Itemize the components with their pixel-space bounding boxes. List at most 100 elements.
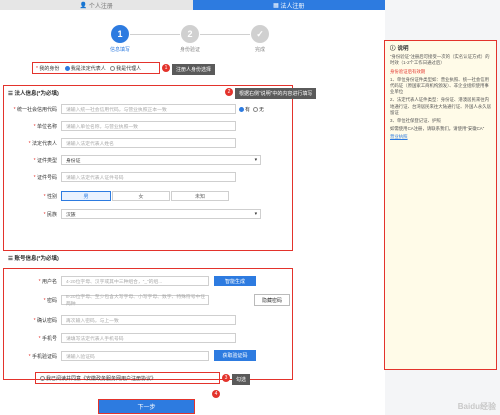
step-1-label: 信息填写 — [109, 47, 130, 53]
gender-female[interactable]: 女 — [112, 191, 170, 201]
credit-has-label: 有 — [245, 106, 251, 113]
instructions-p4: 3、单位社保登记证、护照 — [390, 118, 441, 124]
id-number-label-text: 证件号码 — [36, 174, 57, 181]
id-type-label: * 证件类型 — [33, 157, 57, 164]
identity-label: 我的身份 — [39, 66, 60, 72]
gender-label: * 性别 — [43, 193, 57, 200]
annotation-tip-1: 注册人身份选择 — [172, 64, 216, 75]
nation-label: * 民族 — [43, 211, 57, 218]
tab-personal[interactable]: 👤 个人注册 — [0, 0, 193, 10]
credit-code-row: * 统一社会信用代码 请输入统一社会信用代码，与营业执照正本一致 有 无 — [6, 103, 291, 115]
progress-steps: 1 信息填写 2 身份验证 ✓ 完成 — [100, 25, 280, 61]
generate-username-button[interactable]: 智能生成 — [214, 276, 256, 286]
tab-legal-label: 法人注册 — [280, 3, 305, 10]
step-2: 2 身份验证 — [170, 25, 210, 53]
gender-male[interactable]: 男 — [61, 191, 111, 201]
legal-rep-row: * 法定代表人 请输入法定代表人姓名 — [6, 137, 291, 149]
phone-label-text: 手机号 — [41, 335, 57, 342]
next-step-button[interactable]: 下一步 — [98, 399, 195, 414]
username-input[interactable]: 4-20位字母、汉字或其中三种组合，“_”的组... — [61, 276, 209, 286]
identity-opt-agent[interactable]: 我是代理人 — [110, 66, 141, 72]
credit-code-label: * 统一社会信用代码 — [13, 106, 57, 113]
id-type-value: 身份证 — [66, 158, 81, 164]
sms-code-label: * 手机验证码 — [28, 353, 57, 360]
instructions-p1: “身份验证”注册后可接受一次的（实名认证方式）的时效（1-2个工作日通过后） — [390, 54, 490, 66]
instructions-p3: 2、法定代表人证件类型：身份证、港澳居民来往内地通行证、台湾居民来往大陆通行证、… — [390, 97, 491, 115]
unit-name-label: * 单位名称 — [33, 123, 57, 130]
credit-has-radio[interactable]: 有 — [239, 106, 250, 113]
nation-select[interactable]: 汉族 ▾ — [61, 209, 261, 219]
password-row: * 密码 8-20位字母、至少包含大写字母、小写字母、数字、特殊符号中任两种 — [6, 294, 291, 307]
legal-rep-input[interactable]: 请输入法定代表人姓名 — [61, 138, 236, 148]
nation-row: * 民族 汉族 ▾ — [6, 208, 291, 220]
tab-legal[interactable]: ▦ 法人注册 — [192, 0, 385, 10]
person-icon: 👤 — [79, 2, 89, 9]
instructions-warning: 身份验证后有效期 — [390, 68, 426, 74]
unit-name-input[interactable]: 请输入单位名称，与营业执照一致 — [61, 121, 236, 131]
identity-opt-rep[interactable]: 我是法定代表人 — [64, 66, 106, 72]
confirm-password-row: * 确认密码 再次输入密码，与上一致 — [6, 314, 291, 326]
id-number-input[interactable]: 请输入法定代表人证件号码 — [61, 172, 236, 182]
password-label: * 密码 — [43, 297, 57, 304]
sms-code-input[interactable]: 请输入验证码 — [61, 351, 209, 361]
phone-input[interactable]: 请填写法定代表人手机号码 — [61, 333, 236, 343]
nation-label-text: 民族 — [46, 211, 57, 218]
step-3-label: 完成 — [254, 47, 265, 53]
instructions-sidebar: ⓘ 说明 “身份验证”注册后可接受一次的（实名认证方式）的时效（1-2个工作日通过… — [384, 40, 497, 370]
credit-none-radio[interactable]: 无 — [253, 106, 264, 113]
get-code-button[interactable]: 获取验证码 — [214, 350, 256, 361]
identity-row: * 我的身份 我是法定代表人 我是代理人 — [36, 66, 142, 72]
credit-code-input[interactable]: 请输入统一社会信用代码，与营业执照正本一致 — [61, 104, 236, 114]
radio-icon — [239, 106, 244, 112]
agreement-row[interactable]: 我已阅读并同意《安徽政务服务网用户注册协议》 — [40, 375, 156, 382]
phone-label: * 手机号 — [38, 335, 57, 342]
chevron-down-icon: ▾ — [254, 157, 257, 163]
gender-unknown[interactable]: 未知 — [171, 191, 229, 201]
unit-name-label-text: 单位名称 — [36, 123, 57, 130]
confirm-password-input[interactable]: 再次输入密码，与上一致 — [61, 315, 236, 325]
instructions-link[interactable]: 营业执照 — [390, 134, 491, 140]
credit-none-label: 无 — [259, 106, 265, 113]
username-label-text: 用户名 — [41, 278, 57, 285]
step-1-circle: 1 — [111, 25, 129, 43]
password-input[interactable]: 8-20位字母、至少包含大写字母、小写字母、数字、特殊符号中任两种 — [61, 295, 209, 307]
annotation-badge-2: 2 — [225, 88, 233, 96]
radio-icon — [110, 66, 116, 72]
account-section-title: ☰ 账号信息(*为必填) — [8, 254, 59, 262]
step-2-label: 身份验证 — [179, 47, 200, 53]
id-type-row: * 证件类型 身份证 ▾ — [6, 154, 291, 166]
annotation-tip-2: 根据右侧“说明”中的内容进行填写 — [235, 88, 317, 99]
watermark: Baidu经验 — [457, 402, 496, 411]
hide-password-button[interactable]: 隐藏密码 — [254, 294, 290, 306]
step-3-circle: ✓ — [251, 25, 269, 43]
building-icon: ▦ — [273, 2, 281, 9]
legal-rep-label-text: 法定代表人 — [31, 140, 57, 147]
agreement-text: 我已阅读并同意《安徽政务服务网用户注册协议》 — [46, 376, 157, 382]
checkbox-icon[interactable] — [40, 376, 45, 382]
instructions-title-text: 说明 — [397, 46, 409, 52]
legal-section-title: ☰ 法人信息(*为必填) — [8, 89, 59, 97]
legal-rep-label: * 法定代表人 — [28, 140, 57, 147]
register-tabs: 👤 个人注册 ▦ 法人注册 — [0, 0, 385, 10]
instructions-p2: 1、单位身份证件类型如：营业执照、统一社会信用代码证（原国家工商机构颁发）、非企… — [390, 76, 490, 95]
step-2-circle: 2 — [181, 25, 199, 43]
sms-code-label-text: 手机验证码 — [31, 353, 57, 360]
id-type-select[interactable]: 身份证 ▾ — [61, 155, 261, 165]
radio-icon — [64, 66, 70, 72]
identity-opt-rep-label: 我是法定代表人 — [70, 66, 106, 72]
password-label-text: 密码 — [46, 297, 57, 304]
gender-options: 男 女 未知 — [61, 191, 230, 201]
credit-code-label-text: 统一社会信用代码 — [16, 106, 57, 113]
confirm-password-label: * 确认密码 — [33, 317, 57, 324]
step-1: 1 信息填写 — [100, 25, 140, 53]
annotation-badge-1: 1 — [162, 64, 170, 72]
username-label: * 用户名 — [38, 278, 57, 285]
id-number-label: * 证件号码 — [33, 174, 57, 181]
annotation-badge-3: 3 — [222, 374, 230, 382]
account-section-title-text: 账号信息(*为必填) — [14, 256, 59, 262]
instructions-title: ⓘ 说明 — [390, 46, 491, 52]
tab-personal-label: 个人注册 — [88, 3, 113, 10]
info-icon: ⓘ — [390, 46, 396, 52]
id-type-label-text: 证件类型 — [36, 157, 57, 164]
form-panel: 1 信息填写 2 身份验证 ✓ 完成 * 我的身份 我是法定代表人 我是代理人 … — [0, 10, 385, 415]
